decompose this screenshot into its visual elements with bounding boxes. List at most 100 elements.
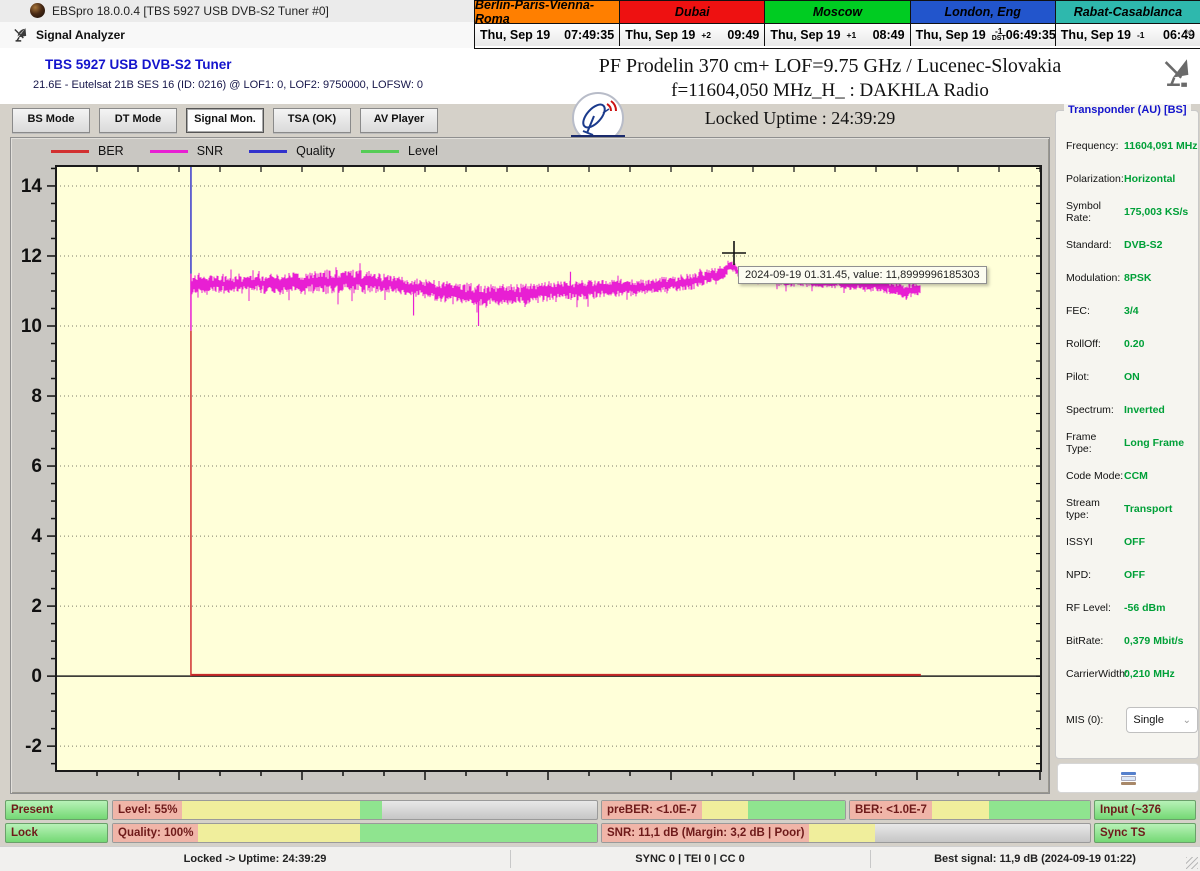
satellite-dish-icon <box>12 26 29 43</box>
clock-utc-offset: +1 <box>847 31 857 39</box>
tab-tsa-ok-[interactable]: TSA (OK) <box>273 108 351 133</box>
transponder-row: RollOff:0.20 <box>1056 327 1198 360</box>
stack-icon <box>1121 772 1136 785</box>
transponder-label: Polarization: <box>1066 173 1124 185</box>
transponder-value: 8PSK <box>1124 272 1151 284</box>
transponder-label: Spectrum: <box>1066 404 1124 416</box>
tab-dt-mode[interactable]: DT Mode <box>99 108 177 133</box>
transponder-label: Pilot: <box>1066 371 1124 383</box>
transponder-row: BitRate:0,379 Mbit/s <box>1056 624 1198 657</box>
mode-tabs: BS Mode DT Mode Signal Mon. TSA (OK) AV Play… <box>12 108 438 133</box>
transponder-value: 3/4 <box>1124 305 1139 317</box>
transponder-value: DVB-S2 <box>1124 239 1163 251</box>
tab-av-player[interactable]: AV Player <box>360 108 438 133</box>
mis-label: MIS (0): <box>1066 714 1116 726</box>
transponder-value: 0,210 MHz <box>1124 668 1175 680</box>
chart-tooltip: 2024-09-19 01.31.45, value: 11,899999618… <box>738 266 987 284</box>
tuner-title: TBS 5927 USB DVB-S2 Tuner <box>45 57 232 72</box>
transponder-label: Stream type: <box>1066 497 1124 521</box>
svg-text:-2: -2 <box>25 736 42 757</box>
status-sync-tei-cc: SYNC 0 | TEI 0 | CC 0 <box>510 847 870 871</box>
clock-date: Thu, Sep 19 <box>1061 28 1131 42</box>
transponder-label: Code Mode: <box>1066 470 1124 482</box>
transponder-value: Inverted <box>1124 404 1165 416</box>
satellite-dish-icon-right <box>1160 55 1194 94</box>
transponder-rows: Frequency:11604,091 MHzPolarization:Hori… <box>1056 129 1198 690</box>
signal-chart: BERSNRQualityLevel 14121086420-2 2024-09… <box>10 137 1050 794</box>
resize-grip[interactable] <box>1186 857 1198 869</box>
clock-utc-offset: -1DST <box>992 27 1006 43</box>
svg-text:0: 0 <box>31 666 42 687</box>
transponder-label: FEC: <box>1066 305 1124 317</box>
clock-time-cell: Thu, Sep 1907:49:35 <box>475 24 620 46</box>
transponder-value: Transport <box>1124 503 1172 515</box>
status-bar: Locked -> Uptime: 24:39:29 SYNC 0 | TEI … <box>0 846 1200 871</box>
clock-utc-offset: +2 <box>701 31 711 39</box>
clock-time: 09:49 <box>727 28 759 42</box>
transponder-value: OFF <box>1124 536 1145 548</box>
transponder-row: NPD:OFF <box>1056 558 1198 591</box>
transponder-row: ISSYIOFF <box>1056 525 1198 558</box>
svg-text:6: 6 <box>31 456 42 477</box>
transponder-label: Frame Type: <box>1066 431 1124 455</box>
transponder-label: NPD: <box>1066 569 1124 581</box>
mis-select[interactable]: Single ⌄ <box>1126 707 1198 733</box>
transponder-row: Standard:DVB-S2 <box>1056 228 1198 261</box>
chart-plot: 14121086420-2 <box>11 138 1049 793</box>
transponder-row: FEC:3/4 <box>1056 294 1198 327</box>
transponder-row: Modulation:8PSK <box>1056 261 1198 294</box>
tuner-subtitle: 21.6E - Eutelsat 21B SES 16 (ID: 0216) @… <box>33 79 423 91</box>
clock-time-cell: Thu, Sep 19-106:49 <box>1056 24 1200 46</box>
clock-city: London, Eng <box>911 1 1056 24</box>
transponder-value: 0.20 <box>1124 338 1144 350</box>
transponder-value: OFF <box>1124 569 1145 581</box>
transponder-value: 0,379 Mbit/s <box>1124 635 1184 647</box>
clock-utc-offset: -1 <box>1137 31 1145 39</box>
transponder-label: RF Level: <box>1066 602 1124 614</box>
window-title: EBSpro 18.0.0.4 [TBS 5927 USB DVB-S2 Tun… <box>52 4 329 18</box>
transponder-value: Long Frame <box>1124 437 1184 449</box>
clock-city: Dubai <box>620 1 765 24</box>
transponder-value: 175,003 KS/s <box>1124 206 1188 218</box>
transponder-panel-title: Transponder (AU) [BS] <box>1064 104 1191 116</box>
transponder-value: 11604,091 MHz <box>1124 140 1198 152</box>
svg-text:8: 8 <box>31 386 42 407</box>
clock-time: 06:49:35 <box>1006 28 1056 42</box>
tab-signal-mon-[interactable]: Signal Mon. <box>186 108 264 133</box>
transponder-label: CarrierWidth: <box>1066 668 1124 680</box>
clock-date: Thu, Sep 19 <box>770 28 840 42</box>
transponder-label: Modulation: <box>1066 272 1124 284</box>
stream-list-button[interactable] <box>1057 763 1199 793</box>
site-line1: PF Prodelin 370 cm+ LOF=9.75 GHz / Lucen… <box>460 55 1200 78</box>
transponder-label: BitRate: <box>1066 635 1124 647</box>
clock-time-cell: Thu, Sep 19 +2 09:49 <box>620 24 765 46</box>
world-clock-panel: Berlin-Paris-Vienna-RomaDubaiMoscowLondo… <box>474 0 1200 49</box>
app-icon <box>30 3 45 18</box>
transponder-label: Frequency: <box>1066 140 1124 152</box>
transponder-value: Horizontal <box>1124 173 1175 185</box>
clock-date: Thu, Sep 19 <box>625 28 695 42</box>
clock-city: Rabat-Casablanca <box>1056 1 1200 24</box>
transponder-row: Frequency:11604,091 MHz <box>1056 129 1198 162</box>
mis-value: Single <box>1133 714 1164 726</box>
clock-close-icon[interactable]: ✕ <box>1184 26 1193 39</box>
transponder-row: Polarization:Horizontal <box>1056 162 1198 195</box>
svg-text:4: 4 <box>31 526 42 547</box>
clock-date: Thu, Sep 19 <box>480 28 550 42</box>
transponder-value: -56 dBm <box>1124 602 1165 614</box>
mis-row: MIS (0): Single ⌄ <box>1056 707 1198 733</box>
transponder-panel: Transponder (AU) [BS] Frequency:11604,09… <box>1055 110 1199 759</box>
clock-city: Berlin-Paris-Vienna-Roma <box>475 1 620 24</box>
chevron-down-icon: ⌄ <box>1183 715 1191 726</box>
svg-text:10: 10 <box>21 316 42 337</box>
clock-date: Thu, Sep 19 <box>916 28 986 42</box>
transponder-row: CarrierWidth:0,210 MHz <box>1056 657 1198 690</box>
tab-bs-mode[interactable]: BS Mode <box>12 108 90 133</box>
transponder-value: CCM <box>1124 470 1148 482</box>
transponder-row: Frame Type:Long Frame <box>1056 426 1198 459</box>
transponder-label: RollOff: <box>1066 338 1124 350</box>
menu-signal-analyzer[interactable]: Signal Analyzer <box>36 28 125 42</box>
svg-text:14: 14 <box>21 176 43 197</box>
transponder-row: Symbol Rate:175,003 KS/s <box>1056 195 1198 228</box>
transponder-label: Symbol Rate: <box>1066 200 1124 224</box>
